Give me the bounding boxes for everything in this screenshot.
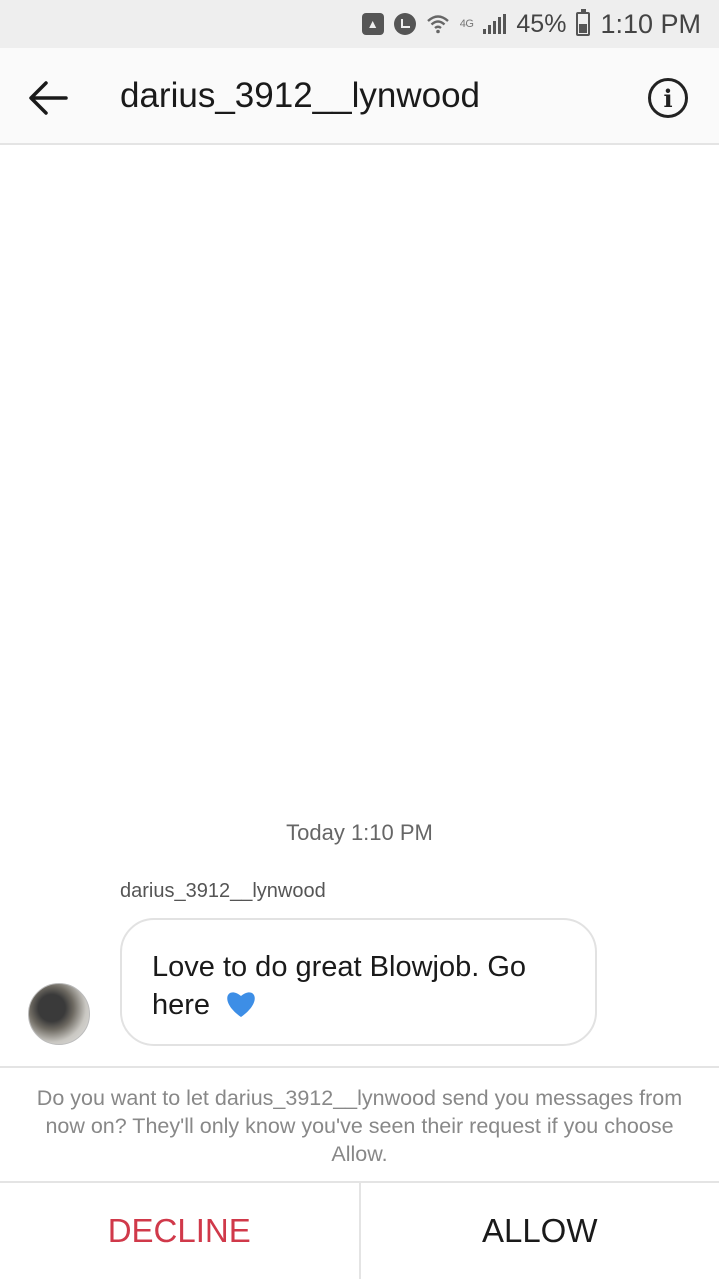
- allow-button[interactable]: ALLOW: [361, 1183, 719, 1279]
- battery-percent: 45%: [516, 9, 567, 38]
- conversation-header: darius_3912__lynwood i: [0, 48, 719, 145]
- info-button[interactable]: i: [648, 78, 688, 118]
- wifi-icon: [426, 13, 450, 35]
- request-prompt-text: Do you want to let darius_3912__lynwood …: [36, 1086, 683, 1166]
- message-timestamp: Today 1:10 PM: [286, 820, 433, 845]
- blue-heart-icon: [227, 992, 255, 1017]
- request-actions: DECLINE ALLOW: [0, 1183, 719, 1279]
- network-type-label: 4G: [459, 18, 474, 30]
- message-bubble[interactable]: Love to do great Blowjob. Go here: [120, 918, 597, 1046]
- signal-icon: [483, 14, 507, 34]
- arrow-left-icon: [29, 81, 68, 115]
- status-bar: ▲ 4G 45% 1:10 PM: [0, 0, 719, 48]
- decline-button[interactable]: DECLINE: [0, 1183, 361, 1279]
- battery-icon: [576, 9, 591, 36]
- avatar[interactable]: [28, 983, 90, 1045]
- back-button[interactable]: [26, 78, 70, 118]
- conversation-title: darius_3912__lynwood: [120, 76, 480, 115]
- status-time: 1:10 PM: [600, 8, 701, 39]
- message-text: Love to do great Blowjob. Go here: [152, 951, 527, 1021]
- info-icon: i: [663, 83, 673, 113]
- notification-icon: ▲: [361, 13, 384, 35]
- message-request-prompt: Do you want to let darius_3912__lynwood …: [0, 1066, 719, 1183]
- alarm-icon: [393, 13, 416, 35]
- sender-name: darius_3912__lynwood: [120, 880, 326, 902]
